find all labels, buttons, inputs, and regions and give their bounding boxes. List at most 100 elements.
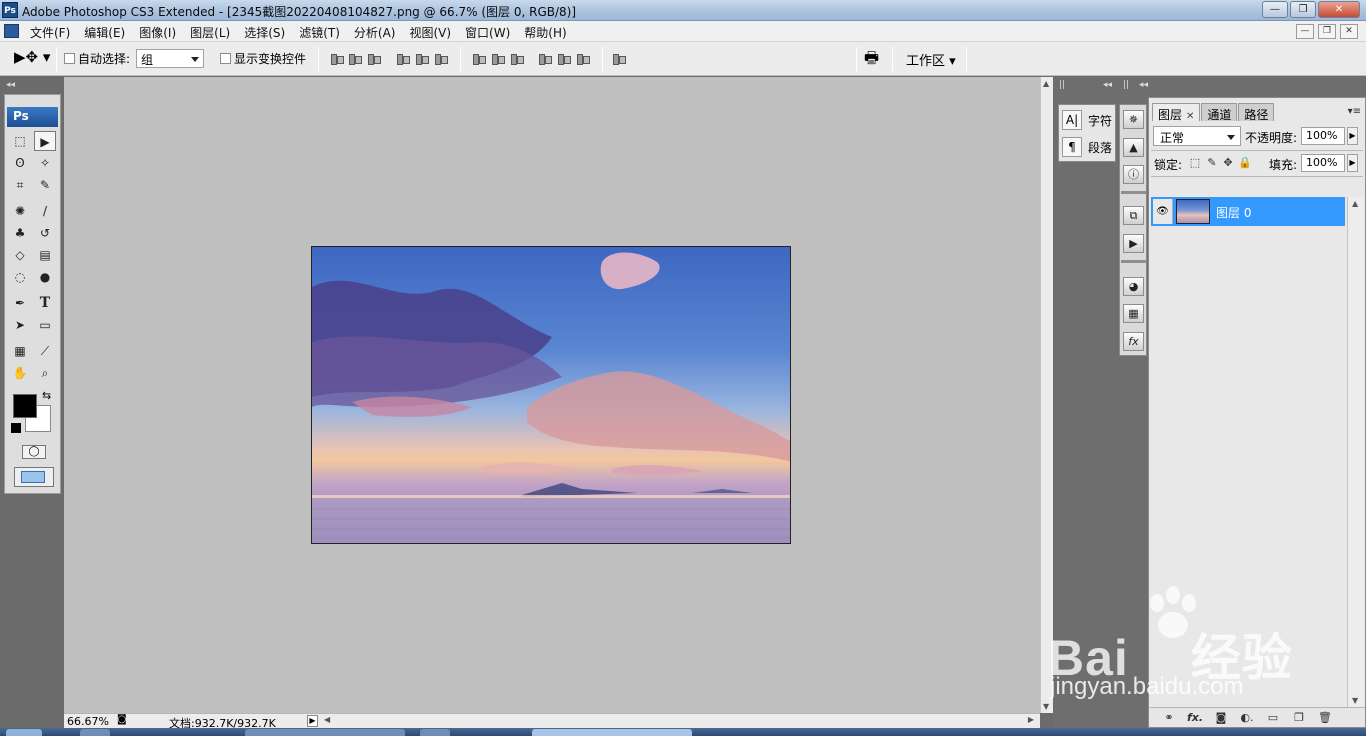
lock-image-pixels-icon[interactable]: ✎ xyxy=(1206,157,1218,169)
vertical-scrollbar[interactable]: ▲ ▼ xyxy=(1040,77,1053,713)
layers-scrollbar[interactable]: ▲ ▼ xyxy=(1347,197,1364,707)
histogram-icon[interactable]: ▲ xyxy=(1123,138,1144,157)
align-right-icon[interactable] xyxy=(434,52,448,65)
clone-stamp-tool-icon[interactable]: ♣ xyxy=(9,223,31,243)
trash-icon[interactable]: 🗑 xyxy=(1317,711,1333,725)
move-tool-icon[interactable]: ▶ xyxy=(34,131,56,151)
doc-close-button[interactable]: ✕ xyxy=(1340,24,1358,39)
distribute-bottom-icon[interactable] xyxy=(510,52,524,65)
taskbar-item[interactable] xyxy=(420,729,450,736)
blend-mode-dropdown[interactable]: 正常 xyxy=(1153,126,1241,146)
history-icon[interactable]: ⧉ xyxy=(1123,206,1144,225)
dock-grip[interactable]: || xyxy=(1059,80,1065,92)
show-transform-option[interactable]: 显示变换控件 xyxy=(220,50,306,67)
tool-preset-picker-icon[interactable]: 🖶 xyxy=(864,47,879,74)
actions-icon[interactable]: ▶ xyxy=(1123,234,1144,253)
tab-paths[interactable]: 路径 xyxy=(1238,103,1275,122)
close-icon[interactable]: ✕ xyxy=(1186,111,1194,122)
close-button[interactable]: ✕ xyxy=(1318,1,1360,18)
scroll-right-icon[interactable]: ▶ xyxy=(1028,715,1034,724)
tab-channels[interactable]: 通道 xyxy=(1201,103,1238,122)
path-selection-tool-icon[interactable]: ➤ xyxy=(9,315,31,335)
layer-name[interactable]: 图层 0 xyxy=(1216,204,1251,221)
align-horizontal-center-icon[interactable] xyxy=(415,52,429,65)
notes-tool-icon[interactable]: ▦ xyxy=(9,341,31,361)
quick-mask-icon[interactable]: ◯ xyxy=(22,445,46,459)
history-brush-tool-icon[interactable]: ↺ xyxy=(34,223,56,243)
eyedropper-tool-icon[interactable]: ⟋ xyxy=(34,341,56,361)
opacity-slider-arrow-icon[interactable]: ▶ xyxy=(1347,127,1358,145)
restore-button[interactable]: ❐ xyxy=(1290,1,1316,18)
scroll-up-icon[interactable]: ▲ xyxy=(1352,199,1358,208)
align-vertical-center-icon[interactable] xyxy=(348,52,362,65)
dock-collapse-icon[interactable]: ◂◂ xyxy=(1103,80,1112,92)
link-layers-icon[interactable]: ⚭ xyxy=(1161,711,1177,725)
start-button[interactable] xyxy=(6,729,42,736)
type-tool-icon[interactable]: T xyxy=(34,293,56,313)
lasso-tool-icon[interactable]: ʘ xyxy=(9,153,31,173)
hand-tool-icon[interactable]: ✋ xyxy=(9,363,31,383)
show-transform-checkbox[interactable] xyxy=(220,53,231,64)
menu-view[interactable]: 视图(V) xyxy=(409,24,451,41)
dodge-tool-icon[interactable]: ● xyxy=(34,267,56,287)
align-top-icon[interactable] xyxy=(330,52,344,65)
marquee-tool-icon[interactable]: ⬚ xyxy=(9,131,31,151)
opacity-input[interactable]: 100% xyxy=(1301,127,1345,145)
slice-tool-icon[interactable]: ✎ xyxy=(34,175,56,195)
document-workarea[interactable] xyxy=(64,77,1040,713)
magic-wand-tool-icon[interactable]: ✧ xyxy=(34,153,56,173)
scroll-down-icon[interactable]: ▼ xyxy=(1352,696,1358,705)
menu-filter[interactable]: 滤镜(T) xyxy=(299,24,340,41)
scroll-down-icon[interactable]: ▼ xyxy=(1043,702,1049,711)
auto-align-layers-icon[interactable] xyxy=(612,52,626,65)
screen-mode-button[interactable] xyxy=(14,467,54,487)
document-canvas-image[interactable] xyxy=(311,246,791,544)
menu-window[interactable]: 窗口(W) xyxy=(465,24,510,41)
navigator-icon[interactable]: ✵ xyxy=(1123,110,1144,129)
foreground-color-swatch[interactable] xyxy=(13,394,37,418)
move-tool-preset-icon[interactable]: ▶✥ ▾ xyxy=(14,48,50,66)
info-icon[interactable]: ⓘ xyxy=(1123,165,1144,184)
menu-file[interactable]: 文件(F) xyxy=(30,24,70,41)
styles-icon[interactable]: fx xyxy=(1123,332,1144,351)
fill-input[interactable]: 100% xyxy=(1301,154,1345,172)
layer-row[interactable]: 👁 图层 0 xyxy=(1151,197,1345,226)
brush-tool-icon[interactable]: / xyxy=(34,201,56,221)
panel-menu-icon[interactable]: ▾≡ xyxy=(1348,106,1361,117)
distribute-horizontal-center-icon[interactable] xyxy=(557,52,571,65)
distribute-top-icon[interactable] xyxy=(472,52,486,65)
default-colors-icon[interactable] xyxy=(11,423,21,433)
paragraph-panel-button[interactable]: ¶ 段落 xyxy=(1062,136,1112,158)
toolbox-collapse-grip[interactable]: ◂◂ xyxy=(0,80,64,94)
new-group-icon[interactable]: ▭ xyxy=(1265,711,1281,725)
lock-all-icon[interactable]: 🔒 xyxy=(1238,157,1252,169)
scroll-up-icon[interactable]: ▲ xyxy=(1043,79,1049,88)
zoom-level[interactable]: 66.67% xyxy=(67,715,109,728)
lock-transparent-pixels-icon[interactable]: ⬚ xyxy=(1189,157,1201,169)
swatches-icon[interactable]: ▦ xyxy=(1123,304,1144,323)
lock-position-icon[interactable]: ✥ xyxy=(1222,157,1234,169)
menu-analysis[interactable]: 分析(A) xyxy=(354,24,396,41)
horizontal-scrollbar[interactable]: ◀ ▶ xyxy=(322,715,1036,727)
taskbar-item[interactable] xyxy=(245,729,405,736)
distribute-vertical-center-icon[interactable] xyxy=(491,52,505,65)
dock-grip[interactable]: || xyxy=(1123,80,1129,92)
menu-help[interactable]: 帮助(H) xyxy=(524,24,566,41)
blur-tool-icon[interactable]: ◌ xyxy=(9,267,31,287)
menu-layer[interactable]: 图层(L) xyxy=(190,24,230,41)
distribute-left-icon[interactable] xyxy=(538,52,552,65)
toolbox-header[interactable]: Ps xyxy=(7,107,58,127)
align-bottom-icon[interactable] xyxy=(367,52,381,65)
minimize-button[interactable]: — xyxy=(1262,1,1288,18)
color-icon[interactable]: ◕ xyxy=(1123,277,1144,296)
dock-collapse-icon[interactable]: ◂◂ xyxy=(1139,80,1148,92)
zoom-tool-icon[interactable]: ⌕ xyxy=(34,363,56,383)
auto-select-option[interactable]: 自动选择: xyxy=(64,50,130,67)
taskbar-item-active[interactable] xyxy=(532,729,692,736)
auto-select-dropdown[interactable]: 组 xyxy=(136,49,204,68)
fill-slider-arrow-icon[interactable]: ▶ xyxy=(1347,154,1358,172)
menu-select[interactable]: 选择(S) xyxy=(244,24,285,41)
swap-colors-icon[interactable]: ⇆ xyxy=(42,389,51,402)
crop-tool-icon[interactable]: ⌗ xyxy=(9,175,31,195)
auto-select-checkbox[interactable] xyxy=(64,53,75,64)
